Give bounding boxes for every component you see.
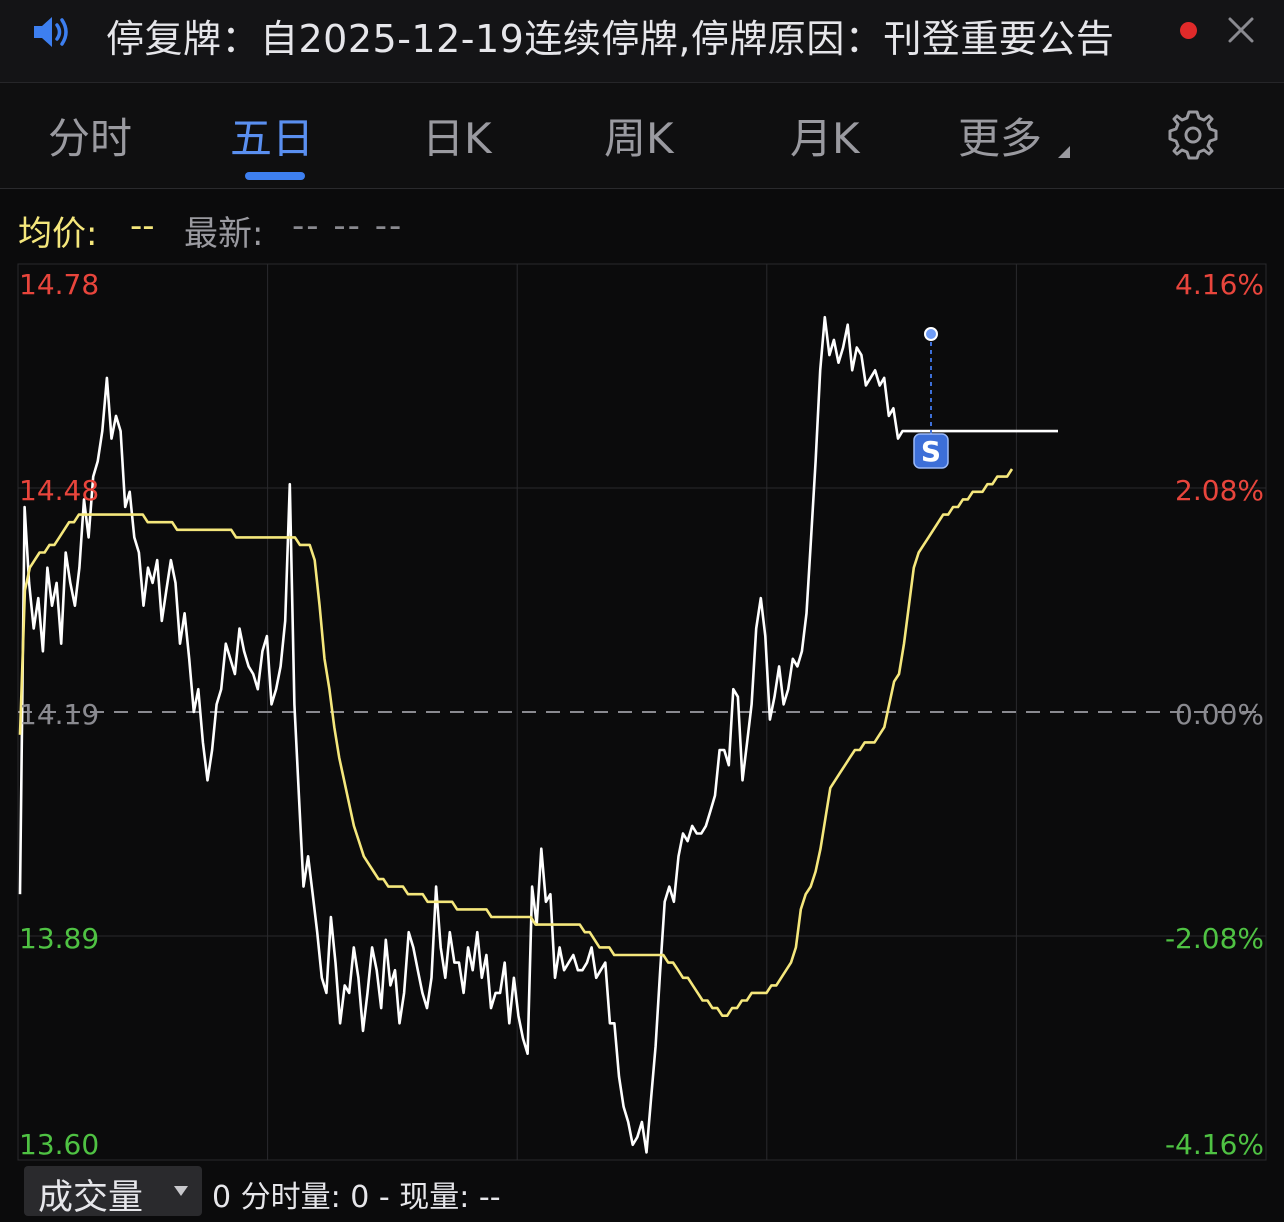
volume-indicator-select[interactable]: 成交量	[24, 1166, 202, 1218]
unread-dot	[1180, 22, 1197, 39]
y-tick-left: 14.78	[19, 268, 99, 301]
marker-dot	[924, 327, 938, 341]
y-tick-right: 4.16%	[1175, 268, 1264, 301]
close-icon[interactable]	[1224, 12, 1258, 48]
volume-bar: 成交量 0 分时量: 0 - 现量: --	[0, 1162, 1284, 1222]
latest-price-label: 最新:	[184, 214, 264, 254]
five-day-chart-svg: S 14.78 4.16% 14.48 2.08% 14.19 0.00% 13.89 -2.0…	[17, 263, 1267, 1161]
latest-price-values: -- -- --	[292, 206, 404, 246]
y-tick-right: 0.00%	[1175, 698, 1264, 731]
tab-monthly-k[interactable]: 月K	[790, 105, 860, 166]
average-price-value: --	[130, 206, 155, 246]
volume-select-label: 成交量	[38, 1178, 144, 1218]
y-tick-right: -4.16%	[1165, 1128, 1264, 1161]
tab-five-day[interactable]: 五日	[230, 105, 314, 166]
volume-readout: 0 分时量: 0 - 现量: --	[212, 1180, 501, 1215]
y-tick-right: -2.08%	[1165, 922, 1264, 955]
active-tab-indicator	[245, 172, 305, 180]
suspension-notice-bar[interactable]: 停复牌：自2025-12-19连续停牌,停牌原因：刊登重要公告	[0, 0, 1284, 83]
average-price-label: 均价:	[18, 214, 98, 254]
caret-icon	[1058, 146, 1070, 158]
period-tab-bar: 分时 五日 日K 周K 月K 更多	[0, 83, 1284, 189]
tab-more[interactable]: 更多	[958, 105, 1042, 166]
gear-icon[interactable]	[1166, 108, 1220, 166]
tab-intraday[interactable]: 分时	[48, 105, 132, 166]
y-tick-left: 13.89	[19, 922, 99, 955]
average-price-line	[18, 468, 1014, 1018]
y-tick-right: 2.08%	[1175, 474, 1264, 507]
price-info-bar: 均价: -- 最新: -- -- --	[0, 190, 1284, 262]
y-tick-left: 14.48	[19, 474, 99, 507]
tab-daily-k[interactable]: 日K	[422, 105, 492, 166]
y-tick-left: 14.19	[19, 698, 99, 731]
marker-label: S	[921, 435, 941, 468]
tab-weekly-k[interactable]: 周K	[604, 105, 674, 166]
notice-text: 停复牌：自2025-12-19连续停牌,停牌原因：刊登重要公告	[106, 17, 1115, 61]
price-line	[18, 315, 1058, 1154]
chevron-down-icon	[174, 1186, 188, 1196]
speaker-icon	[32, 14, 74, 54]
five-day-chart[interactable]: S 14.78 4.16% 14.48 2.08% 14.19 0.00% 13.89 -2.0…	[0, 262, 1284, 1162]
y-tick-left: 13.60	[19, 1128, 99, 1161]
